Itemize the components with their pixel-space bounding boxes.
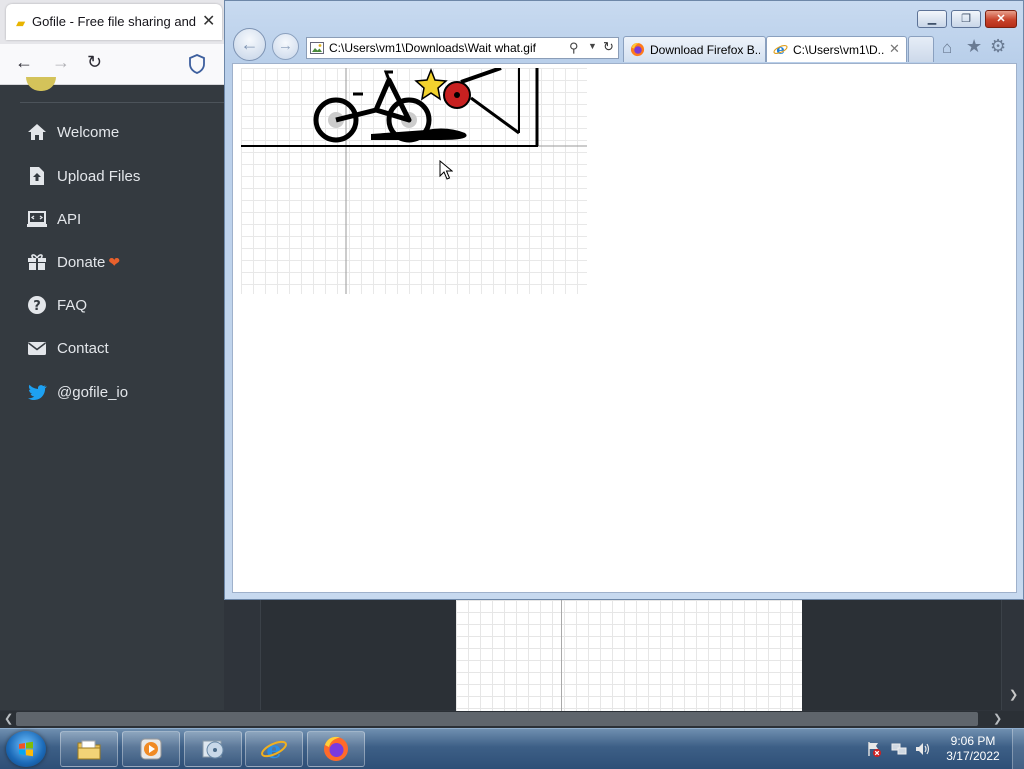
sidebar-item-label: Welcome — [57, 123, 120, 141]
sidebar-item-faq[interactable]: ? FAQ — [26, 291, 226, 319]
svg-text:?: ? — [33, 299, 41, 314]
gofile-logo-icon — [26, 77, 56, 91]
favorites-star-icon[interactable]: ★ — [966, 36, 982, 57]
laptop-code-icon — [26, 209, 48, 229]
network-icon[interactable] — [891, 741, 907, 757]
scrollbar-thumb[interactable] — [16, 712, 978, 726]
tab-wait-what-gif[interactable]: e C:\Users\vm1\D... ✕ — [766, 36, 907, 62]
envelope-icon — [26, 338, 48, 358]
address-url[interactable]: C:\Users\vm1\Downloads\Wait what.gif — [329, 41, 536, 55]
windows-logo-icon — [19, 741, 33, 757]
firefox-tab-gofile[interactable]: ▰ Gofile - Free file sharing and storage… — [6, 4, 222, 40]
taskbar-internet-explorer-button[interactable]: e — [245, 731, 303, 767]
explorer-icon — [77, 740, 101, 760]
sidebar-item-label: FAQ — [57, 296, 88, 314]
gif-animation-frame — [241, 68, 587, 294]
ie-icon: e — [773, 43, 788, 57]
back-button[interactable]: ← — [233, 28, 266, 61]
tab-download-firefox[interactable]: Download Firefox B... — [623, 36, 766, 62]
question-circle-icon: ? — [26, 295, 48, 315]
maximize-button[interactable]: ❐ — [951, 10, 981, 28]
horizontal-scrollbar[interactable]: ❮ ❯ — [0, 711, 1024, 728]
tab-title: Download Firefox B... — [650, 43, 760, 57]
address-bar[interactable]: C:\Users\vm1\Downloads\Wait what.gif ⚲ ▼… — [306, 37, 619, 59]
gift-icon — [26, 252, 48, 272]
home-icon — [26, 122, 48, 142]
bicycle-scene-illustration — [241, 68, 587, 294]
sidebar-item-api[interactable]: API — [26, 205, 226, 233]
scroll-right-arrow-icon[interactable]: ❯ — [993, 712, 1002, 725]
sidebar-divider — [20, 102, 224, 103]
taskbar-media-center-button[interactable] — [184, 731, 242, 767]
heart-icon: ❤ — [108, 253, 121, 270]
action-center-flag-icon[interactable] — [866, 741, 882, 757]
sidebar-item-contact[interactable]: Contact — [26, 334, 226, 362]
taskbar-firefox-button[interactable] — [307, 731, 365, 767]
scroll-down-arrow-icon[interactable]: ❯ — [1009, 688, 1018, 701]
sidebar-item-label: API — [57, 210, 82, 228]
close-tab-icon[interactable]: ✕ — [889, 41, 900, 57]
page-content-area — [232, 63, 1017, 593]
media-center-icon — [202, 740, 224, 759]
image-file-icon — [310, 42, 324, 54]
back-button[interactable]: ← — [15, 52, 33, 73]
firefox-icon — [630, 42, 645, 57]
firefox-tab-title: Gofile - Free file sharing and storage — [32, 14, 198, 29]
sidebar-item-twitter[interactable]: @gofile_io — [26, 378, 226, 406]
firefox-icon — [324, 736, 348, 761]
close-tab-icon[interactable]: ✕ — [202, 11, 215, 31]
sidebar-item-donate[interactable]: Donate ❤ — [26, 248, 226, 276]
mouse-cursor-icon — [439, 160, 453, 180]
gofile-sidebar: Welcome Upload Files API Donate ❤ ? FAQ … — [0, 77, 226, 710]
close-window-button[interactable]: ✕ — [985, 10, 1017, 28]
forward-button[interactable]: → — [272, 33, 299, 60]
sidebar-item-label: Donate — [57, 253, 106, 271]
media-player-icon — [140, 738, 162, 760]
dropdown-arrow-icon[interactable]: ▼ — [588, 41, 597, 51]
sidebar-item-welcome[interactable]: Welcome — [26, 118, 226, 146]
reload-button[interactable]: ↻ — [87, 52, 102, 73]
scroll-left-arrow-icon[interactable]: ❮ — [4, 712, 13, 725]
forward-button[interactable]: → — [52, 52, 70, 73]
tools-gear-icon[interactable]: ⚙ — [990, 36, 1006, 57]
show-desktop-button[interactable] — [1012, 729, 1024, 769]
sidebar-item-label: Contact — [57, 339, 109, 357]
taskbar-media-player-button[interactable] — [122, 731, 180, 767]
tab-title: C:\Users\vm1\D... — [793, 43, 885, 57]
sidebar-item-label: @gofile_io — [57, 383, 129, 401]
svg-text:e: e — [266, 735, 281, 763]
gofile-favicon-icon: ▰ — [16, 16, 26, 30]
sidebar-item-upload-files[interactable]: Upload Files — [26, 162, 226, 190]
volume-icon[interactable] — [915, 741, 931, 757]
system-clock[interactable]: 9:06 PM 3/17/2022 — [940, 734, 1006, 764]
twitter-icon — [26, 382, 48, 402]
grid-axis-line — [561, 600, 562, 711]
background-gif-preview — [456, 600, 802, 711]
clock-time: 9:06 PM — [950, 734, 996, 748]
home-icon[interactable]: ⌂ — [942, 38, 952, 58]
internet-explorer-window: ▁ ❐ ✕ ← → C:\Users\vm1\Downloads\Wait wh… — [224, 0, 1024, 600]
internet-explorer-icon: e — [261, 735, 287, 763]
start-button[interactable] — [6, 731, 46, 767]
file-upload-icon — [26, 166, 48, 186]
taskbar-explorer-button[interactable] — [60, 731, 118, 767]
clock-date: 3/17/2022 — [946, 749, 1000, 763]
search-icon[interactable]: ⚲ — [569, 40, 579, 56]
tracking-protection-shield-icon[interactable] — [188, 54, 206, 74]
refresh-icon[interactable]: ↻ — [603, 39, 614, 55]
sidebar-item-label: Upload Files — [57, 167, 141, 185]
minimize-button[interactable]: ▁ — [917, 10, 947, 28]
new-tab-button[interactable] — [908, 36, 934, 62]
windows-taskbar: e 9:06 PM 3/17/2022 — [0, 728, 1024, 769]
